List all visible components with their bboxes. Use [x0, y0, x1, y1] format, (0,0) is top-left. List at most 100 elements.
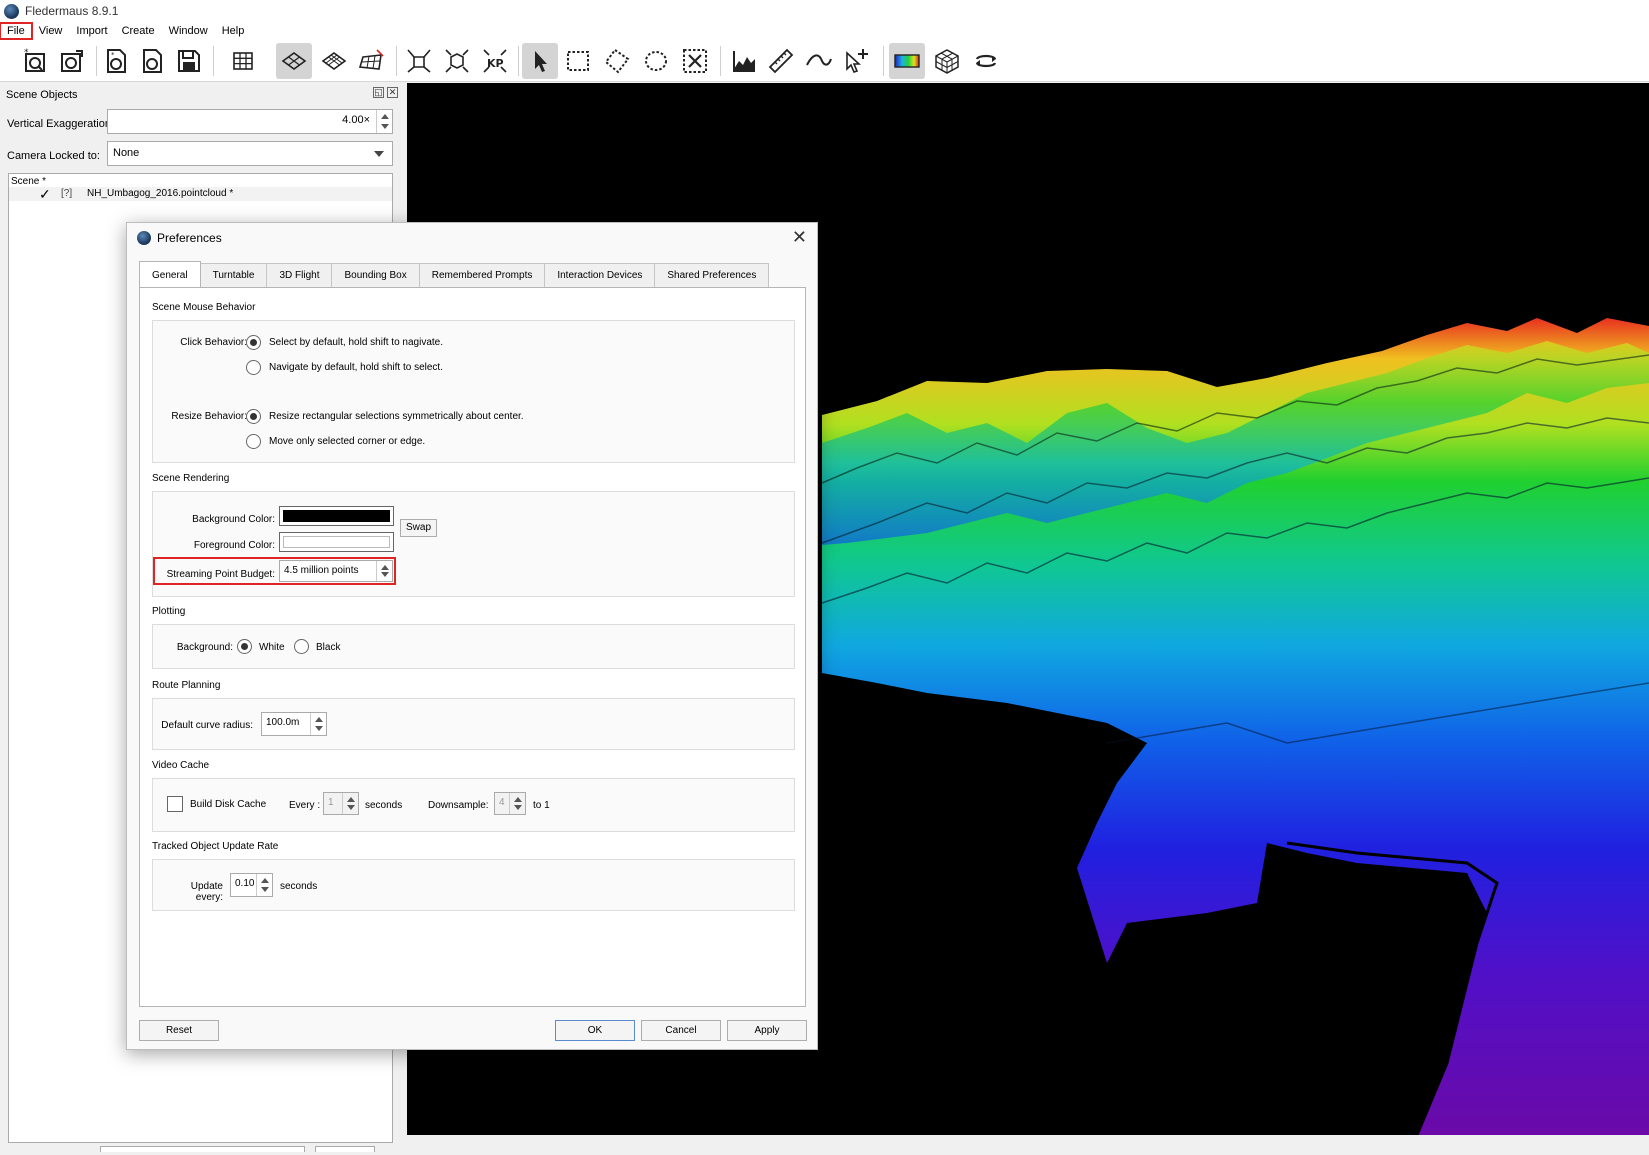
tab-turntable[interactable]: Turntable — [199, 263, 268, 287]
section-rendering-box: Background Color: Swap Foreground Color:… — [152, 491, 795, 597]
click-navigate-radio[interactable] — [246, 360, 261, 375]
new-scene-button[interactable]: * — [18, 43, 54, 79]
fit-all-button[interactable] — [401, 43, 437, 79]
close-icon[interactable]: ✕ — [792, 227, 807, 247]
fit-all-icon — [407, 49, 431, 73]
tab-3d-flight[interactable]: 3D Flight — [266, 263, 333, 287]
every-input[interactable]: 1 — [323, 792, 359, 815]
add-point-button[interactable] — [838, 43, 874, 79]
section-tracked-box: Update every: 0.10 seconds — [152, 859, 795, 911]
curve-radius-input[interactable]: 100.0m — [261, 712, 327, 736]
plot-black-text: Black — [316, 642, 341, 653]
measure-ruler-button[interactable] — [763, 43, 799, 79]
profile-chart-button[interactable] — [726, 43, 762, 79]
apply-button[interactable]: Apply — [727, 1020, 807, 1041]
menu-create[interactable]: Create — [115, 23, 162, 39]
plot-white-radio[interactable] — [237, 639, 252, 654]
plot-black-radio[interactable] — [294, 639, 309, 654]
every-stepper[interactable] — [342, 793, 358, 814]
downsample-stepper[interactable] — [509, 793, 525, 814]
clear-selection-button[interactable] — [677, 43, 713, 79]
tab-interaction-devices[interactable]: Interaction Devices — [544, 263, 656, 287]
fit-object-button[interactable] — [439, 43, 475, 79]
camera-locked-label: Camera Locked to: — [7, 150, 100, 162]
perspective-grid-button[interactable] — [316, 43, 352, 79]
resize-symmetric-radio[interactable] — [246, 409, 261, 424]
curve-radius-value: 100.0m — [266, 717, 300, 728]
vertical-exaggeration-input[interactable]: 4.00× — [107, 109, 393, 134]
float-panel-icon[interactable]: ◱ — [373, 87, 384, 98]
tab-bounding-box[interactable]: Bounding Box — [331, 263, 420, 287]
section-plotting-box: Background: White Black — [152, 624, 795, 669]
downsample-to-label: to 1 — [533, 800, 550, 811]
lasso-select-button[interactable] — [638, 43, 674, 79]
click-select-radio[interactable] — [246, 335, 261, 350]
every-label: Every : — [289, 800, 321, 811]
rectangle-select-button[interactable] — [560, 43, 596, 79]
tab-shared-preferences[interactable]: Shared Preferences — [654, 263, 770, 287]
kp-icon: KP — [483, 49, 507, 73]
vertical-exaggeration-stepper[interactable] — [376, 110, 392, 133]
save-button[interactable] — [171, 43, 207, 79]
menu-help[interactable]: Help — [215, 23, 252, 39]
camera-locked-select[interactable]: None — [107, 141, 393, 166]
close-panel-icon[interactable]: ✕ — [387, 87, 398, 98]
app-logo-icon — [137, 231, 151, 245]
cancel-button[interactable]: Cancel — [641, 1020, 721, 1041]
polygon-select-button[interactable] — [599, 43, 635, 79]
bottom-field[interactable] — [100, 1146, 305, 1152]
select-arrow-icon — [535, 51, 547, 72]
load-objects-button[interactable]: * — [98, 43, 134, 79]
menu-file[interactable]: File — [0, 22, 33, 40]
select-arrow-button[interactable] — [522, 43, 558, 79]
menu-view[interactable]: View — [32, 23, 70, 39]
rotate-icon — [975, 54, 997, 68]
open-scene-button[interactable] — [54, 43, 90, 79]
tree-item-label: NH_Umbagog_2016.pointcloud * — [87, 188, 234, 199]
foreground-color-label: Foreground Color: — [193, 540, 275, 551]
save-icon — [178, 50, 200, 72]
vertical-exaggeration-value: 4.00× — [342, 114, 370, 126]
general-tab-page: Scene Mouse Behavior Click Behavior: Sel… — [139, 287, 806, 1007]
bottom-field-2[interactable] — [315, 1146, 375, 1152]
tab-general[interactable]: General — [139, 261, 201, 287]
new-scene-icon: * — [24, 48, 45, 72]
rotate-button[interactable] — [968, 43, 1004, 79]
downsample-label: Downsample: — [428, 800, 489, 811]
tilted-grid-button[interactable] — [353, 43, 389, 79]
update-every-input[interactable]: 0.10 — [230, 873, 273, 897]
kp-button[interactable]: KP — [477, 43, 513, 79]
save-objects-button[interactable] — [134, 43, 170, 79]
tree-item[interactable]: ✓ [?] NH_Umbagog_2016.pointcloud * — [9, 187, 392, 201]
wireframe-cube-button[interactable] — [929, 43, 965, 79]
plan-view-button[interactable] — [276, 43, 312, 79]
downsample-value: 4 — [499, 797, 505, 808]
wireframe-cube-icon — [935, 49, 959, 74]
curve-radius-stepper[interactable] — [310, 713, 326, 735]
foreground-color-swatch[interactable] — [279, 532, 394, 552]
click-navigate-text: Navigate by default, hold shift to selec… — [269, 362, 443, 373]
svg-text:*: * — [111, 51, 115, 59]
tab-remembered-prompts[interactable]: Remembered Prompts — [418, 263, 546, 287]
app-window: Fledermaus 8.9.1 File View Import Create… — [0, 0, 1649, 1155]
downsample-input[interactable]: 4 — [494, 792, 526, 815]
reset-button[interactable]: Reset — [139, 1020, 219, 1041]
colormap-button[interactable] — [889, 43, 925, 79]
curve-tool-button[interactable] — [801, 43, 837, 79]
visibility-check-icon[interactable]: ✓ — [39, 187, 51, 201]
grid-button[interactable] — [225, 43, 261, 79]
click-behavior-label: Click Behavior: — [180, 337, 247, 348]
ok-button[interactable]: OK — [555, 1020, 635, 1041]
app-logo-icon — [4, 3, 19, 19]
resize-corner-radio[interactable] — [246, 434, 261, 449]
save-objects-icon — [143, 49, 162, 73]
update-every-stepper[interactable] — [256, 874, 272, 896]
measure-ruler-icon — [768, 48, 794, 74]
every-seconds-label: seconds — [365, 800, 403, 811]
preferences-dialog: Preferences ✕ General Turntable 3D Fligh… — [126, 222, 818, 1050]
swap-colors-button[interactable]: Swap — [400, 519, 437, 537]
background-color-swatch[interactable] — [279, 506, 394, 526]
build-disk-cache-checkbox[interactable] — [167, 796, 183, 812]
menu-window[interactable]: Window — [162, 23, 215, 39]
menu-import[interactable]: Import — [69, 23, 114, 39]
